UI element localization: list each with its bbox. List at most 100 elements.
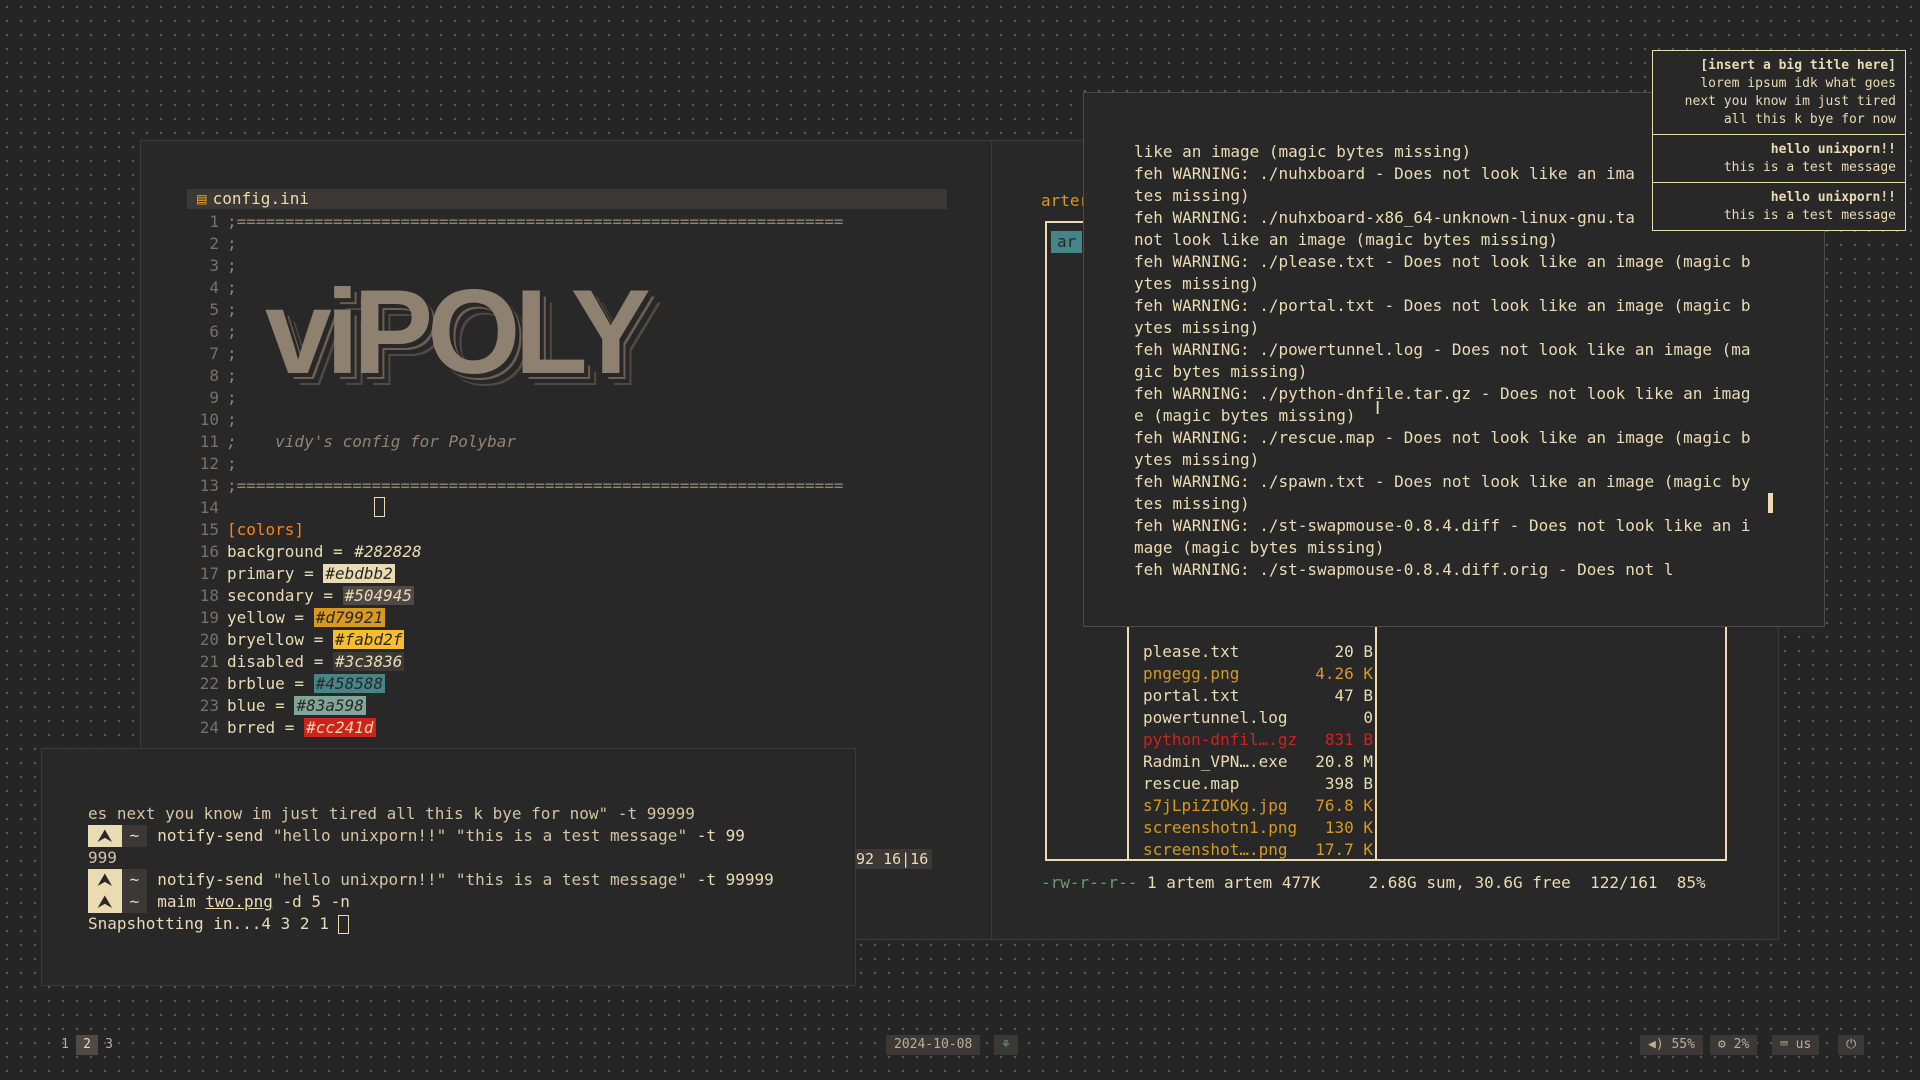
file-size: 130 K bbox=[1324, 818, 1373, 837]
 bbox=[263, 826, 273, 845]
file-row[interactable]: portal.txt 47 B bbox=[1143, 685, 1373, 707]
line-number: 24 bbox=[199, 718, 219, 737]
code-text: ; bbox=[227, 366, 237, 385]
color-key: disabled bbox=[227, 652, 305, 671]
equals-sign: = bbox=[304, 652, 333, 671]
file-name: please.txt bbox=[1143, 642, 1240, 661]
power-icon[interactable]: ⏻ bbox=[1838, 1035, 1865, 1055]
file-row[interactable]: rescue.map 398 B bbox=[1143, 773, 1373, 795]
file-row[interactable]: python-dnfil….gz 831 B bbox=[1143, 729, 1373, 751]
code-text: [colors] bbox=[227, 520, 305, 539]
equals-sign: = bbox=[265, 696, 295, 715]
notification[interactable]: [insert a big title here] lorem ipsum idk… bbox=[1653, 51, 1905, 135]
color-value: #3c3836 bbox=[332, 652, 405, 671]
feh-line: feh WARNING: ./portal.txt - Does not loo… bbox=[1134, 296, 1751, 315]
volume-value: 55% bbox=[1671, 1037, 1695, 1052]
command: notify-send bbox=[157, 826, 264, 845]
code-line: 2; bbox=[187, 233, 844, 255]
fm-selected-item[interactable]: ar bbox=[1051, 231, 1083, 253]
workspace-1[interactable]: 1 bbox=[54, 1035, 76, 1055]
file-row[interactable]: screenshot….png 17.7 K bbox=[1143, 839, 1373, 861]
layout-value: us bbox=[1795, 1037, 1812, 1052]
code-text: ; bbox=[227, 322, 237, 341]
line-number: 19 bbox=[199, 608, 219, 627]
color-key: brblue bbox=[227, 674, 285, 693]
code-line: 17 primary = #ebdbb2 bbox=[187, 563, 844, 585]
command: notify-send bbox=[157, 870, 264, 889]
line-number: 21 bbox=[199, 652, 219, 671]
notification-title: hello unixporn!! bbox=[1770, 142, 1896, 157]
ascii-logo: viPOLY bbox=[265, 265, 651, 399]
workspace-3[interactable]: 3 bbox=[98, 1035, 120, 1055]
scrollbar[interactable] bbox=[1768, 493, 1773, 513]
color-value: #504945 bbox=[342, 586, 415, 605]
feh-line: feh WARNING: ./please.txt - Does not loo… bbox=[1134, 252, 1751, 271]
command-args: "hello unixporn!!" "this is a test messa… bbox=[272, 826, 688, 845]
editor-tab[interactable]: ▤ config.ini bbox=[187, 189, 947, 209]
terminal-window[interactable]: es next you know im just tired all this … bbox=[41, 748, 856, 986]
notification[interactable]: hello unixporn!! this is a test message bbox=[1653, 183, 1905, 230]
tab-title: config.ini bbox=[212, 189, 309, 208]
color-key: primary bbox=[227, 564, 295, 583]
file-row[interactable]: Radmin_VPN….exe 20.8 M bbox=[1143, 751, 1373, 773]
feh-line: not look like an image (magic bytes miss… bbox=[1134, 230, 1558, 249]
line-number: 13 bbox=[199, 476, 219, 495]
file-row[interactable]: pngegg.png 4.26 K bbox=[1143, 663, 1373, 685]
color-key: yellow bbox=[227, 608, 285, 627]
file-row[interactable]: please.txt 20 B bbox=[1143, 641, 1373, 663]
file-name: portal.txt bbox=[1143, 686, 1240, 705]
prompt-icon: ⮝ bbox=[88, 869, 122, 891]
tree-icon[interactable]: ⚘ bbox=[994, 1035, 1018, 1055]
cpu-value: 2% bbox=[1733, 1037, 1750, 1052]
workspace-2[interactable]: 2 bbox=[76, 1035, 98, 1055]
volume-module[interactable]: ◀) 55% bbox=[1640, 1035, 1703, 1055]
code-line: 11 ; vidy's config for Polybar bbox=[187, 431, 844, 453]
code-text: ; bbox=[227, 344, 237, 363]
terminal-output[interactable]: es next you know im just tired all this … bbox=[88, 803, 774, 935]
code-line: 14 bbox=[187, 497, 844, 519]
color-key: bryellow bbox=[227, 630, 305, 649]
file-name: Radmin_VPN….exe bbox=[1143, 752, 1288, 771]
file-row[interactable]: screenshotn1.png 130 K bbox=[1143, 817, 1373, 839]
color-value: #fabd2f bbox=[332, 630, 405, 649]
equals-sign: = bbox=[304, 630, 333, 649]
file-name: powertunnel.log bbox=[1143, 708, 1288, 727]
line-number: 14 bbox=[199, 498, 219, 517]
color-value: #282828 bbox=[354, 542, 422, 561]
file-name: s7jLpiZIOKg.jpg bbox=[1143, 796, 1288, 815]
feh-line: ytes missing) bbox=[1134, 274, 1260, 293]
prompt-dir: ~ bbox=[121, 825, 148, 847]
notification[interactable]: hello unixporn!! this is a test message bbox=[1653, 135, 1905, 183]
line-number: 18 bbox=[199, 586, 219, 605]
line-number: 4 bbox=[209, 278, 219, 297]
keyboard-module[interactable]: ⌨ us bbox=[1772, 1035, 1820, 1055]
file-name: pngegg.png bbox=[1143, 664, 1240, 683]
line-number: 9 bbox=[209, 388, 219, 407]
line-number: 3 bbox=[209, 256, 219, 275]
feh-line: feh WARNING: ./rescue.map - Does not loo… bbox=[1134, 428, 1751, 447]
equals-sign: = bbox=[284, 608, 314, 627]
code-text: ; bbox=[227, 454, 237, 473]
terminal-line: 999 bbox=[88, 847, 774, 869]
code-text: ; bbox=[227, 388, 237, 407]
prompt-icon: ⮝ bbox=[88, 825, 122, 847]
line-number: 11 bbox=[199, 432, 219, 451]
file-size: 17.7 K bbox=[1315, 840, 1373, 859]
line-number: 8 bbox=[209, 366, 219, 385]
cpu-icon: ⚙ bbox=[1718, 1037, 1726, 1052]
line-number: 16 bbox=[199, 542, 219, 561]
file-row[interactable]: powertunnel.log 0 bbox=[1143, 707, 1373, 729]
code-text: ;=======================================… bbox=[227, 212, 844, 231]
prompt-dir: ~ bbox=[121, 869, 148, 891]
notification-title: hello unixporn!! bbox=[1770, 190, 1896, 205]
file-size: 4.26 K bbox=[1315, 664, 1373, 683]
notification-body: this is a test message bbox=[1723, 160, 1896, 175]
file-row[interactable]: s7jLpiZIOKg.jpg 76.8 K bbox=[1143, 795, 1373, 817]
equals-sign: = bbox=[323, 542, 353, 561]
date-label: 2024-10-08 bbox=[886, 1035, 981, 1055]
file-name: screenshotn1.png bbox=[1143, 818, 1298, 837]
command: maim bbox=[157, 892, 196, 911]
feh-line: feh WARNING: ./st-swapmouse-0.8.4.diff -… bbox=[1134, 516, 1751, 535]
code-text: ;=======================================… bbox=[227, 476, 844, 495]
code-line: 16 background = #282828 bbox=[187, 541, 844, 563]
